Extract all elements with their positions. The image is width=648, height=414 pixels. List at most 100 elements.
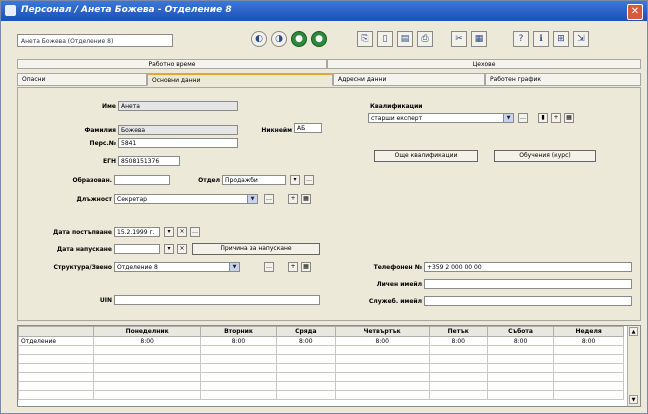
section-tabs: Работно време Цехове [17,59,641,69]
table-cell[interactable]: 8:00 [334,336,430,346]
column-header[interactable]: Вторник [200,326,277,337]
record-selector[interactable]: Анета Божева (Отделение 8) [17,34,173,47]
dept-field[interactable]: Продажби [222,175,286,185]
delete-icon[interactable]: ▯ [377,31,393,47]
lock-icon[interactable]: ⊞ [553,31,569,47]
cut-icon[interactable]: ✂ [451,31,467,47]
chevron-down-icon[interactable]: ▼ [247,195,257,203]
position-grid-button[interactable]: ▦ [301,194,311,204]
table-cell[interactable]: 8:00 [275,336,336,346]
surname-field[interactable]: Божева [118,125,238,135]
station-grid-button[interactable]: ▦ [301,262,311,272]
column-header[interactable]: Понеделник [92,326,202,337]
position-more-button[interactable]: … [264,194,274,204]
column-header[interactable]: Събота [486,326,555,337]
leave-date-label: Дата напускане [56,246,112,253]
confirm-icon[interactable]: ● [311,31,327,47]
tab-address-data[interactable]: Адресни данни [333,73,485,86]
column-header[interactable]: Петък [428,326,488,337]
tab-workshops[interactable]: Цехове [327,59,641,69]
education-field[interactable] [114,175,170,185]
qual-grid-button[interactable]: ▦ [564,113,574,123]
help-icon[interactable]: ? [513,31,529,47]
start-clear-button[interactable]: × [177,227,187,237]
surname-label: Фамилия [84,127,116,134]
column-header[interactable]: Четвъртък [334,326,430,337]
qualifications-select[interactable]: старши експерт ▼ [368,113,514,123]
chevron-down-icon[interactable]: ▼ [229,263,239,271]
start-date-label: Дата постъпване [52,229,112,236]
first-record-icon[interactable]: ◐ [251,31,267,47]
print-icon[interactable]: ⎙ [417,31,433,47]
column-header[interactable]: Сряда [275,326,336,337]
schedule-table: Понеделник Вторник Сряда Четвъртък Петък… [18,326,624,400]
save-icon[interactable]: ▤ [397,31,413,47]
scroll-down-icon[interactable]: ▼ [629,395,638,404]
start-date-field[interactable]: 15.2.1999 г. [114,227,160,237]
station-select[interactable]: Отделение 8 ▼ [114,262,240,272]
station-value: Отделение 8 [117,264,158,271]
table-row[interactable] [18,345,624,355]
table-row[interactable] [18,381,624,391]
scroll-up-icon[interactable]: ▲ [629,327,638,336]
qual-add-button[interactable]: + [551,113,561,123]
main-tabs: Опасни Основни данни Адресни данни Работ… [17,73,641,87]
prev-record-icon[interactable]: ◑ [271,31,287,47]
table-row[interactable] [18,372,624,382]
phone-field[interactable]: +359 2 000 00 00 [424,262,632,272]
table-cell[interactable]: 8:00 [200,336,277,346]
start-more-button[interactable]: … [190,227,200,237]
table-row[interactable]: Отделение 8:00 8:00 8:00 8:00 8:00 8:00 … [18,336,624,346]
position-value: Секретар [117,196,147,203]
leave-clear-button[interactable]: × [177,244,187,254]
tab-basic-data[interactable]: Основни данни [147,73,333,86]
qual-more-button[interactable]: … [518,113,528,123]
persno-field[interactable]: 5841 [118,138,238,148]
table-row[interactable] [18,390,624,400]
exit-icon[interactable]: ⇲ [573,31,589,47]
vertical-scrollbar[interactable]: ▲ ▼ [627,326,640,406]
table-cell[interactable]: Отделение [18,336,94,346]
position-select[interactable]: Секретар ▼ [114,194,258,204]
table-row[interactable] [18,354,624,364]
position-add-button[interactable]: + [288,194,298,204]
schedule-grid: Понеделник Вторник Сряда Четвъртък Петък… [17,325,641,407]
column-header[interactable]: Неделя [553,326,624,337]
egn-field[interactable]: 8508151376 [118,156,180,166]
info-icon[interactable]: ℹ [533,31,549,47]
table-cell[interactable]: 8:00 [553,336,624,346]
email-field[interactable] [424,279,632,289]
leave-calendar-icon[interactable]: ▾ [164,244,174,254]
leave-date-field[interactable] [114,244,160,254]
table-row[interactable] [18,363,624,373]
table-cell[interactable]: 8:00 [428,336,488,346]
dept-more-button[interactable]: … [304,175,314,185]
chevron-down-icon[interactable]: ▼ [503,114,513,122]
uin-label: UIN [99,297,112,304]
work-email-field[interactable] [424,296,632,306]
qualification-value: старши експерт [371,115,423,122]
close-button[interactable]: ✕ [627,4,643,20]
table-cell[interactable]: 8:00 [486,336,555,346]
more-qualifications-button[interactable]: Още квалификации [374,150,478,162]
nickname-field[interactable]: АБ [294,123,322,133]
station-more-button[interactable]: … [264,262,274,272]
uin-field[interactable] [114,295,320,305]
leave-reason-button[interactable]: Причина за напускане [192,243,320,255]
ok-icon[interactable]: ● [291,31,307,47]
tab-work-time[interactable]: Работно време [17,59,327,69]
calendar-icon[interactable]: ▾ [164,227,174,237]
tab-hazards[interactable]: Опасни [17,73,147,86]
trainings-button[interactable]: Обучения (курс) [494,150,596,162]
table-cell[interactable]: 8:00 [92,336,202,346]
window-title: Персонал / Анета Божева - Отделение 8 [21,5,232,15]
tab-work-schedule[interactable]: Работен график [485,73,641,86]
column-header[interactable] [18,326,94,337]
name-field[interactable]: Анета [118,101,238,111]
qual-delete-icon[interactable]: ▮ [538,113,548,123]
dept-lookup-button[interactable]: ▾ [290,175,300,185]
persno-label: Перс.№ [89,140,116,147]
station-add-button[interactable]: + [288,262,298,272]
copy-icon[interactable]: ⎘ [357,31,373,47]
paste-icon[interactable]: ▦ [471,31,487,47]
